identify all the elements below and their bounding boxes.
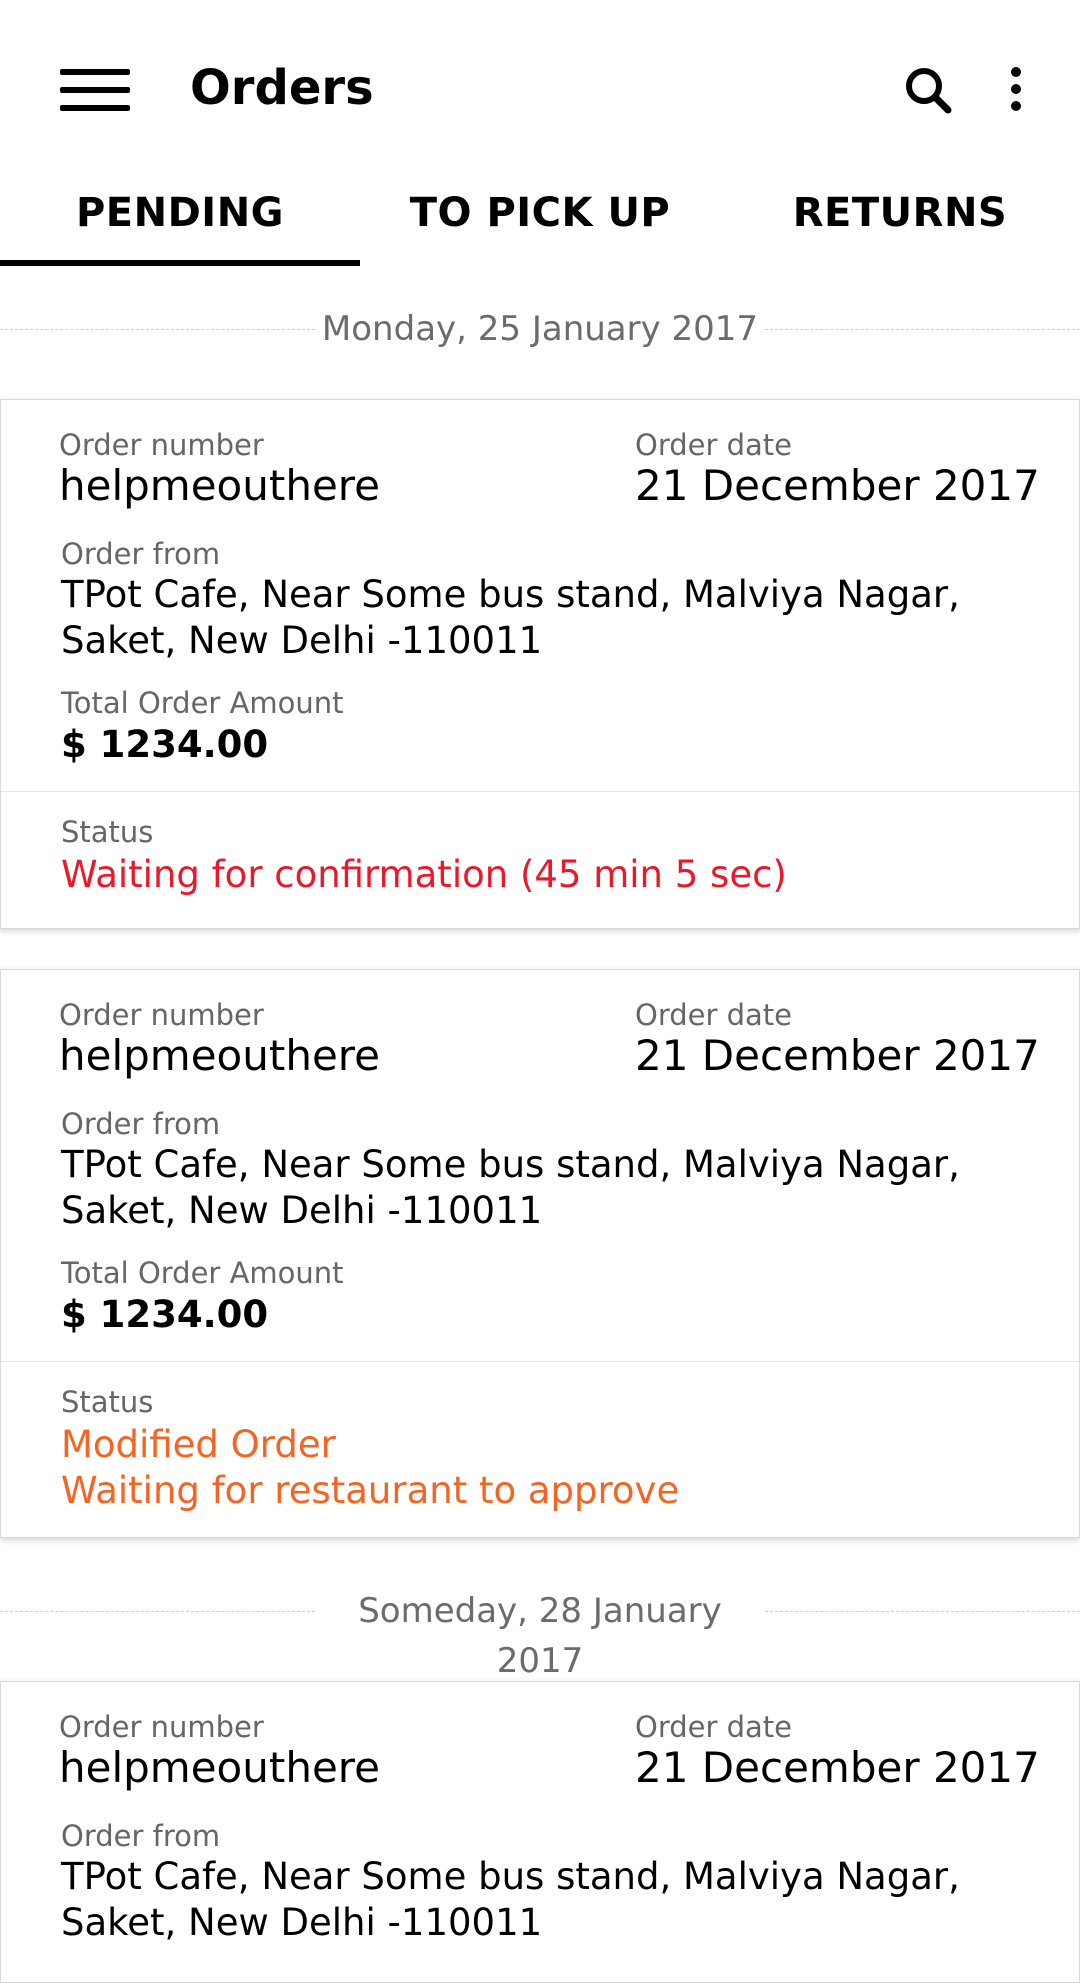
status-text: Waiting for confirmation (45 min 5 sec) <box>61 853 787 896</box>
order-number-label: Order number <box>59 998 264 1032</box>
separator-line <box>765 1611 1080 1612</box>
order-from-address-line1: TPot Cafe, Near Some bus stand, Malviya … <box>61 573 960 616</box>
order-number-value: helpmeouthere <box>59 1031 380 1080</box>
separator-line <box>0 1611 315 1612</box>
order-number-label: Order number <box>59 1710 264 1744</box>
order-from-label: Order from <box>61 1107 221 1141</box>
order-from-address-line2: Saket, New Delhi -110011 <box>61 1901 543 1944</box>
separator-line <box>765 329 1080 330</box>
separator-line <box>0 329 315 330</box>
status-label: Status <box>61 1385 154 1419</box>
total-amount-label: Total Order Amount <box>61 1256 344 1290</box>
order-date-value: 21 December 2017 <box>635 1743 1040 1792</box>
status-text-detail: Waiting for restaurant to approve <box>61 1469 680 1512</box>
order-from-address-line2: Saket, New Delhi -110011 <box>61 1189 543 1232</box>
order-date-value: 21 December 2017 <box>635 461 1040 510</box>
status-label: Status <box>61 815 154 849</box>
order-card[interactable]: Order number helpmeouthere Order date 21… <box>0 969 1080 1538</box>
tab-bar: PENDING TO PICK UP RETURNS <box>0 170 1080 266</box>
order-from-address-line1: TPot Cafe, Near Some bus stand, Malviya … <box>61 1143 960 1186</box>
app-bar: Orders <box>0 0 1080 170</box>
date-separator: Monday, 25 January 2017 <box>0 304 1080 354</box>
tab-label: RETURNS <box>792 190 1008 236</box>
tab-to-pick-up[interactable]: TO PICK UP <box>360 170 720 266</box>
order-date-label: Order date <box>635 1710 793 1744</box>
order-from-label: Order from <box>61 1819 221 1853</box>
date-separator: Someday, 28 January 2017 <box>0 1586 1080 1681</box>
order-date-label: Order date <box>635 428 793 462</box>
total-amount-label: Total Order Amount <box>61 686 344 720</box>
order-number-label: Order number <box>59 428 264 462</box>
order-from-address-line2: Saket, New Delhi -110011 <box>61 619 543 662</box>
hamburger-menu-icon[interactable] <box>60 69 130 111</box>
tab-pending[interactable]: PENDING <box>0 170 360 266</box>
tab-returns[interactable]: RETURNS <box>720 170 1080 266</box>
order-card[interactable]: Order number helpmeouthere Order date 21… <box>0 399 1080 929</box>
tab-label: PENDING <box>75 190 284 236</box>
order-date-label: Order date <box>635 998 793 1032</box>
date-label: Someday, 28 January 2017 <box>358 1591 722 1681</box>
order-number-value: helpmeouthere <box>59 1743 380 1792</box>
total-amount-value: $ 1234.00 <box>61 723 269 766</box>
card-divider <box>1 791 1079 792</box>
order-date-value: 21 December 2017 <box>635 1031 1040 1080</box>
order-card[interactable]: Order number helpmeouthere Order date 21… <box>0 1681 1080 1983</box>
order-number-value: helpmeouthere <box>59 461 380 510</box>
tab-label: TO PICK UP <box>409 190 671 236</box>
total-amount-value: $ 1234.00 <box>61 1293 269 1336</box>
date-label: Monday, 25 January 2017 <box>321 309 759 349</box>
search-icon[interactable] <box>904 66 954 116</box>
card-divider <box>1 1361 1079 1362</box>
order-from-label: Order from <box>61 537 221 571</box>
page-title: Orders <box>190 60 374 116</box>
more-vertical-icon[interactable] <box>1000 66 1032 116</box>
status-text: Modified Order <box>61 1423 336 1466</box>
order-from-address-line1: TPot Cafe, Near Some bus stand, Malviya … <box>61 1855 960 1898</box>
selected-tab-indicator <box>0 260 360 266</box>
